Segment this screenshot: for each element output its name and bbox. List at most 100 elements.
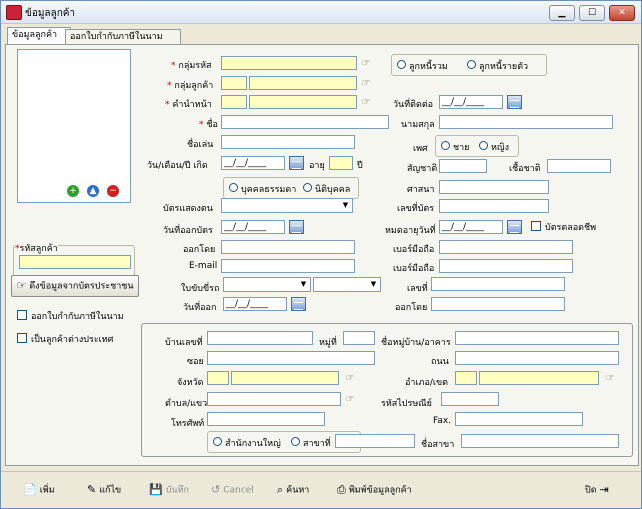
district-search-icon[interactable]: ☞ <box>603 372 617 385</box>
print-button[interactable]: ⎙ พิมพ์ข้อมูลลูกค้า <box>337 479 412 501</box>
prefix-code-input[interactable] <box>221 95 247 109</box>
search-button[interactable]: ⌕ ค้นหา <box>277 479 309 501</box>
license-issue-input[interactable]: __/__/____ <box>223 297 287 311</box>
customer-group-code-input[interactable] <box>221 76 247 90</box>
district-name-input[interactable] <box>479 371 599 385</box>
juristic-radio[interactable] <box>303 183 312 192</box>
nickname-label: ชื่อเล่น <box>187 140 214 150</box>
nickname-input[interactable] <box>221 135 355 149</box>
road-input[interactable] <box>455 351 619 365</box>
age-label: อายุ <box>309 161 325 171</box>
house-no-input[interactable] <box>207 331 313 345</box>
read-id-card-button[interactable]: ☞ ดึงข้อมูลจากบัตรประชาชน <box>11 275 139 297</box>
license-issue-calendar-icon[interactable] <box>291 297 306 311</box>
race-input[interactable] <box>547 159 611 173</box>
debtor-all-label: ลูกหนี้รวม <box>409 62 448 72</box>
lifetime-card-label: บัตรตลอดชีพ <box>545 223 597 233</box>
surname-label: นามสกุล <box>401 120 435 130</box>
soi-input[interactable] <box>207 351 375 365</box>
phone-label: โทรศัพท์ <box>171 419 205 429</box>
license-by-input[interactable] <box>431 297 565 311</box>
foreign-customer-checkbox[interactable] <box>17 333 27 343</box>
debtor-all-radio[interactable] <box>397 60 406 69</box>
surname-input[interactable] <box>439 115 613 129</box>
issue-date-input[interactable]: __/__/____ <box>221 220 285 234</box>
village-label: ชื่อหมู่บ้าน/อาคาร <box>381 338 451 348</box>
head-office-radio[interactable] <box>213 437 222 446</box>
moo-label: หมู่ที่ <box>319 338 337 348</box>
province-name-input[interactable] <box>231 371 339 385</box>
close-button[interactable]: ปิด ⇥ <box>585 479 612 501</box>
photo-box[interactable] <box>17 49 131 203</box>
add-button[interactable]: 📄 เพิ่ม <box>23 479 55 501</box>
customer-code-input[interactable] <box>19 255 131 269</box>
license-subtype-select[interactable]: ▼ <box>313 277 381 292</box>
license-no-input[interactable] <box>431 277 565 291</box>
close-window-button[interactable]: ✕ <box>609 5 635 21</box>
customer-code-label: *รหัสลูกค้า <box>15 241 58 255</box>
nationality-label: สัญชาติ <box>407 164 438 174</box>
license-type-select[interactable]: ▼ <box>223 277 311 292</box>
mobile-input[interactable] <box>439 240 573 254</box>
expire-date-input[interactable]: __/__/____ <box>439 220 503 234</box>
male-radio[interactable] <box>441 141 450 150</box>
female-label: หญิง <box>491 143 509 153</box>
tab-customer-info[interactable]: ข้อมูลลูกค้า <box>7 27 71 45</box>
branch-radio[interactable] <box>291 437 300 446</box>
upload-photo-icon[interactable]: ▲ <box>87 185 99 197</box>
tab-tax-invoice[interactable]: ออกใบกำกับภาษีในนาม <box>65 29 181 44</box>
village-input[interactable] <box>455 331 619 345</box>
minimize-button[interactable]: ▁ <box>549 5 575 21</box>
district-code-input[interactable] <box>455 371 477 385</box>
subdistrict-search-icon[interactable]: ☞ <box>343 393 357 406</box>
name-input[interactable] <box>221 115 389 129</box>
cancel-button[interactable]: ↺ Cancel <box>211 479 254 501</box>
group-code-input[interactable] <box>221 56 357 70</box>
customer-group-label: * กลุ่มลูกค้า <box>167 81 214 91</box>
lifetime-card-checkbox[interactable] <box>531 221 541 231</box>
issue-date-calendar-icon[interactable] <box>289 220 304 234</box>
prefix-name-input[interactable] <box>249 95 357 109</box>
person-normal-radio[interactable] <box>229 183 238 192</box>
postcode-label: รหัสไปรษณีย์ <box>381 399 432 409</box>
religion-input[interactable] <box>439 180 549 194</box>
maximize-button[interactable]: ☐ <box>579 5 605 21</box>
dob-calendar-icon[interactable] <box>289 156 304 170</box>
email-label: E-mail <box>189 261 218 271</box>
subdistrict-input[interactable] <box>207 392 341 406</box>
save-button[interactable]: 💾 บันทึก <box>149 479 189 501</box>
delete-photo-icon[interactable]: − <box>107 185 119 197</box>
dob-input[interactable]: __/__/____ <box>221 156 285 170</box>
card-no-input[interactable] <box>439 199 549 213</box>
group-code-search-icon[interactable]: ☞ <box>359 57 373 70</box>
mobile2-input[interactable] <box>439 259 573 273</box>
dob-label: วัน/เดือน/ปี เกิด <box>147 161 208 171</box>
province-code-input[interactable] <box>207 371 229 385</box>
contact-date-calendar-icon[interactable] <box>507 95 522 109</box>
moo-input[interactable] <box>343 331 375 345</box>
tax-invoice-checkbox[interactable] <box>17 310 27 320</box>
province-search-icon[interactable]: ☞ <box>343 372 357 385</box>
id-card-type-select[interactable]: ▼ <box>221 198 353 213</box>
nationality-input[interactable] <box>439 159 487 173</box>
mobile2-label: เบอร์มือถือ <box>393 264 435 274</box>
male-label: ชาย <box>453 143 470 153</box>
add-photo-icon[interactable]: + <box>67 185 79 197</box>
age-input[interactable] <box>329 156 353 170</box>
female-radio[interactable] <box>479 141 488 150</box>
prefix-search-icon[interactable]: ☞ <box>359 96 373 109</box>
customer-group-search-icon[interactable]: ☞ <box>359 77 373 90</box>
postcode-input[interactable] <box>441 392 499 406</box>
expire-date-calendar-icon[interactable] <box>507 220 522 234</box>
branch-no-input[interactable] <box>335 434 415 448</box>
branch-name-input[interactable] <box>461 434 619 448</box>
title-bar[interactable]: ข้อมูลลูกค้า ▁ ☐ ✕ <box>1 1 641 24</box>
edit-button[interactable]: ✎ แก้ไข <box>87 479 121 501</box>
phone-input[interactable] <box>207 412 325 426</box>
email-input[interactable] <box>221 259 355 273</box>
debtor-each-radio[interactable] <box>467 60 476 69</box>
fax-input[interactable] <box>455 412 583 426</box>
customer-group-name-input[interactable] <box>249 76 357 90</box>
issued-by-input[interactable] <box>221 240 355 254</box>
contact-date-input[interactable]: __/__/____ <box>439 95 503 109</box>
